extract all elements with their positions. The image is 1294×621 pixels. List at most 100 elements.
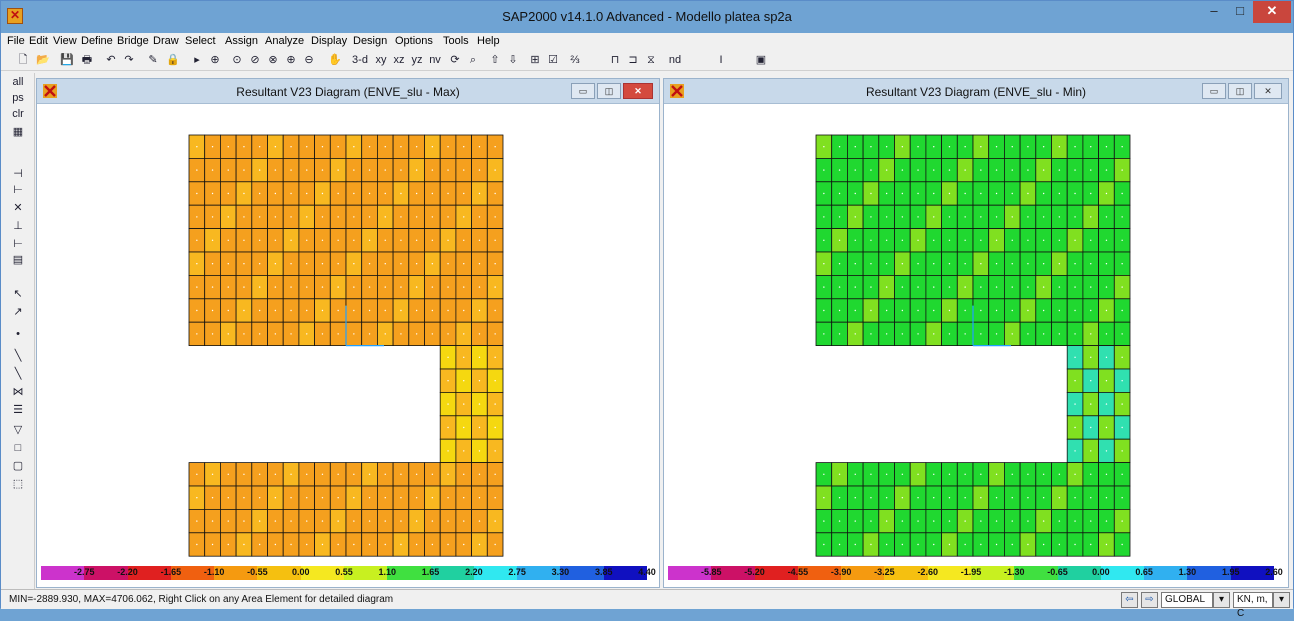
coordinate-system-dropdown-icon[interactable]: ▾ <box>1213 592 1230 608</box>
max-window-close-button[interactable]: ✕ <box>623 83 653 99</box>
select-mesh-icon[interactable]: ▦ <box>10 125 26 139</box>
quick-draw-area-icon[interactable]: ▢ <box>10 459 26 473</box>
draw-cable-icon[interactable]: ⊐ <box>625 52 641 68</box>
menu-view[interactable]: View <box>53 35 77 47</box>
redo-icon[interactable]: ↷ <box>121 52 137 68</box>
max-plot-canvas[interactable] <box>37 105 661 563</box>
open-model-icon[interactable]: 📂 <box>35 52 51 68</box>
undo-icon[interactable]: ↶ <box>103 52 119 68</box>
perspective-icon[interactable]: ⌕ <box>465 52 481 68</box>
menu-analyze[interactable]: Analyze <box>265 35 304 47</box>
set-display-options-icon[interactable]: ☑ <box>545 52 561 68</box>
next-arrow-button[interactable]: ⇨ <box>1141 592 1158 608</box>
rubber-band-zoom-icon[interactable]: ⊕ <box>207 52 223 68</box>
pan-icon[interactable]: ✋ <box>327 52 343 68</box>
view-yz-button[interactable]: yz <box>409 52 425 68</box>
menu-help[interactable]: Help <box>477 35 500 47</box>
grid-lines-icon[interactable]: ▤ <box>10 253 26 267</box>
menu-draw[interactable]: Draw <box>153 35 179 47</box>
menu-define[interactable]: Define <box>81 35 113 47</box>
menu-edit[interactable]: Edit <box>29 35 48 47</box>
text-cursor-icon[interactable]: I <box>713 52 729 68</box>
view-xy-button[interactable]: xy <box>373 52 389 68</box>
nd-button[interactable]: nd <box>667 52 683 68</box>
object-shrink-icon[interactable]: ⊞ <box>527 52 543 68</box>
max-window-restore-button[interactable]: ◫ <box>597 83 621 99</box>
maximize-button[interactable]: □ <box>1227 1 1253 23</box>
draw-list-icon[interactable]: ☰ <box>10 403 26 417</box>
save-model-icon[interactable]: 💾 <box>59 52 75 68</box>
lock-icon[interactable]: 🔒 <box>165 52 181 68</box>
menu-select[interactable]: Select <box>185 35 216 47</box>
draw-line2-icon[interactable]: ╲ <box>10 367 26 381</box>
min-area-centroid <box>1090 403 1092 405</box>
menu-file[interactable]: File <box>7 35 25 47</box>
section-cut-icon[interactable]: ⊥ <box>10 219 26 233</box>
previous-arrow-button[interactable]: ⇦ <box>1121 592 1138 608</box>
draw-solid-icon[interactable]: ⬚ <box>10 477 26 491</box>
menu-bridge[interactable]: Bridge <box>117 35 149 47</box>
min-window-close-button[interactable]: ✕ <box>1254 83 1282 99</box>
frame-element-icon[interactable]: ⊣ <box>10 167 26 181</box>
min-area-centroid <box>1058 169 1061 171</box>
max-area-centroid <box>478 543 481 546</box>
max-area-centroid <box>353 309 355 312</box>
print-icon[interactable]: 🖶 <box>79 52 95 68</box>
joint-restraint-icon[interactable]: ⊢ <box>10 237 26 251</box>
min-area-centroid <box>838 286 841 288</box>
edit-pencil-icon[interactable]: ✎ <box>145 52 161 68</box>
max-window-minimize-button[interactable]: ▭ <box>571 83 595 99</box>
assign-area-icon[interactable]: ▣ <box>753 52 769 68</box>
quick-bracing-icon[interactable]: ⋈ <box>10 385 26 399</box>
max-contour-plot[interactable] <box>37 105 659 563</box>
draw-link-icon[interactable]: ⧖ <box>643 52 659 68</box>
run-analysis-icon[interactable]: ▸ <box>189 52 205 68</box>
previous-select-button[interactable]: ps <box>10 91 26 105</box>
select-all-button[interactable]: all <box>10 75 26 89</box>
zoom-window-icon[interactable]: ⊙ <box>229 52 245 68</box>
close-button[interactable]: ✕ <box>1253 1 1291 23</box>
min-window-minimize-button[interactable]: ▭ <box>1202 83 1226 99</box>
menu-options[interactable]: Options <box>395 35 433 47</box>
menu-design[interactable]: Design <box>353 35 387 47</box>
draw-point-icon[interactable]: • <box>10 327 26 341</box>
min-area-centroid <box>1074 192 1076 195</box>
move-down-icon[interactable]: ⇩ <box>505 52 521 68</box>
minimize-button[interactable]: – <box>1201 1 1227 23</box>
max-area-centroid <box>321 497 324 499</box>
zoom-out-icon[interactable]: ⊖ <box>301 52 317 68</box>
menu-assign[interactable]: Assign <box>225 35 258 47</box>
pointer-select-icon[interactable]: ↖ <box>10 287 26 301</box>
units-dropdown-icon[interactable]: ▾ <box>1273 592 1290 608</box>
bracing-icon[interactable]: ✕ <box>10 201 26 215</box>
draw-frame-icon[interactable]: ⊓ <box>607 52 623 68</box>
draw-rect-area-icon[interactable]: □ <box>10 441 26 455</box>
reshape-icon[interactable]: ↗ <box>10 305 26 319</box>
restore-full-view-icon[interactable]: ⊘ <box>247 52 263 68</box>
min-window-restore-button[interactable]: ◫ <box>1228 83 1252 99</box>
draw-polygon-icon[interactable]: ▽ <box>10 423 26 437</box>
draw-line-icon[interactable]: ╲ <box>10 349 26 363</box>
view-nv-button[interactable]: nv <box>427 52 443 68</box>
units-select[interactable]: KN, m, C <box>1233 592 1273 619</box>
view-3d-button[interactable]: 3-d <box>349 52 371 68</box>
clear-select-button[interactable]: clr <box>10 107 26 121</box>
min-contour-plot[interactable] <box>664 105 1288 563</box>
max-area-centroid <box>494 497 496 499</box>
min-plot-canvas[interactable] <box>664 105 1290 563</box>
zoom-in-icon[interactable]: ⊕ <box>283 52 299 68</box>
menu-tools[interactable]: Tools <box>443 35 469 47</box>
move-up-icon[interactable]: ⇧ <box>487 52 503 68</box>
max-area-centroid <box>243 146 245 148</box>
rotate-3d-icon[interactable]: ⟳ <box>447 52 463 68</box>
new-model-icon[interactable]: 🗋 <box>15 52 31 68</box>
min-area-centroid <box>901 286 904 288</box>
min-area-centroid <box>854 286 856 288</box>
coordinate-system-select[interactable]: GLOBAL <box>1161 592 1213 608</box>
menu-display[interactable]: Display <box>311 35 347 47</box>
previous-zoom-icon[interactable]: ⊗ <box>265 52 281 68</box>
fraction-button[interactable]: ⅔ <box>567 52 583 68</box>
min-area-centroid <box>1090 333 1092 335</box>
frame-release-icon[interactable]: ⊢ <box>10 183 26 197</box>
view-xz-button[interactable]: xz <box>391 52 407 68</box>
